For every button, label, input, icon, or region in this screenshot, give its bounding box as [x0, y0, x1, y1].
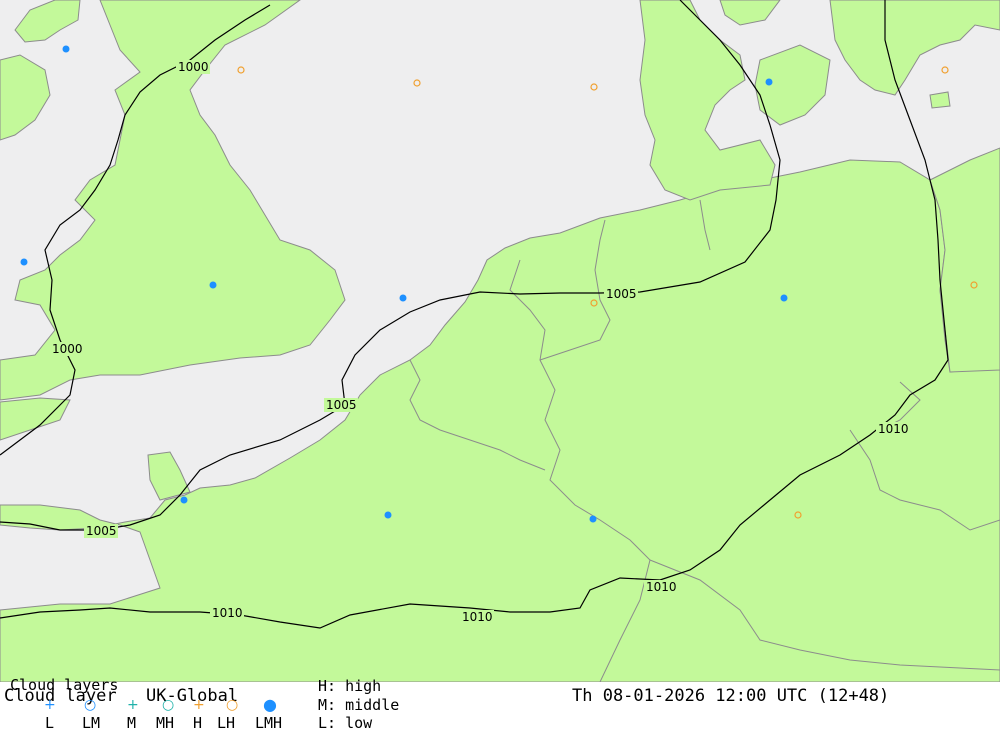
isobar-label: 1005	[326, 398, 357, 412]
legend-code: LM	[82, 714, 101, 732]
forecast-datetime: Th 08-01-2026 12:00 UTC (12+48)	[572, 686, 890, 706]
ring-icon: ○	[84, 697, 97, 713]
legend-code: MH	[156, 714, 175, 732]
ring-icon: ○	[162, 697, 175, 713]
isobar-label: 1010	[646, 580, 677, 594]
isobar-label: 1010	[212, 606, 243, 620]
legend-code: L	[45, 714, 55, 732]
legend-code: M	[127, 714, 137, 732]
isobar-label: 1000	[178, 60, 209, 74]
station-marker	[780, 294, 788, 302]
plus-icon: +	[127, 697, 139, 713]
station-marker	[589, 515, 597, 523]
isobar-label: 1010	[878, 422, 909, 436]
isobar-label: 1005	[86, 524, 117, 538]
legend-code: H	[193, 714, 203, 732]
station-marker	[765, 78, 773, 86]
isobar-label: 1010	[462, 610, 493, 624]
station-marker	[180, 496, 188, 504]
legend-code: LMH	[255, 714, 283, 732]
legend-code: LH	[217, 714, 236, 732]
legend-key-high: H: high	[318, 677, 382, 695]
filled-dot-icon: ●	[263, 695, 277, 714]
legend-title: Cloud layer	[4, 686, 117, 706]
plus-icon: +	[44, 697, 56, 713]
cloud-layers-map: 1000 1000 1005 1005 1005 1010 1010 1010 …	[0, 0, 1000, 682]
station-marker	[399, 294, 407, 302]
isobar-label: 1005	[606, 287, 637, 301]
plus-icon: +	[193, 697, 205, 713]
legend: Cloud layers Cloud layer UK-Global + ○ +…	[0, 677, 1000, 733]
land-island-east	[929, 91, 951, 109]
ring-icon: ○	[226, 697, 239, 713]
isobar-label: 1000	[52, 342, 83, 356]
station-marker	[209, 281, 217, 289]
station-marker	[20, 258, 28, 266]
legend-key-middle: M: middle	[318, 696, 400, 714]
station-marker	[384, 511, 392, 519]
legend-key-low: L: low	[318, 714, 373, 732]
station-marker	[62, 45, 70, 53]
